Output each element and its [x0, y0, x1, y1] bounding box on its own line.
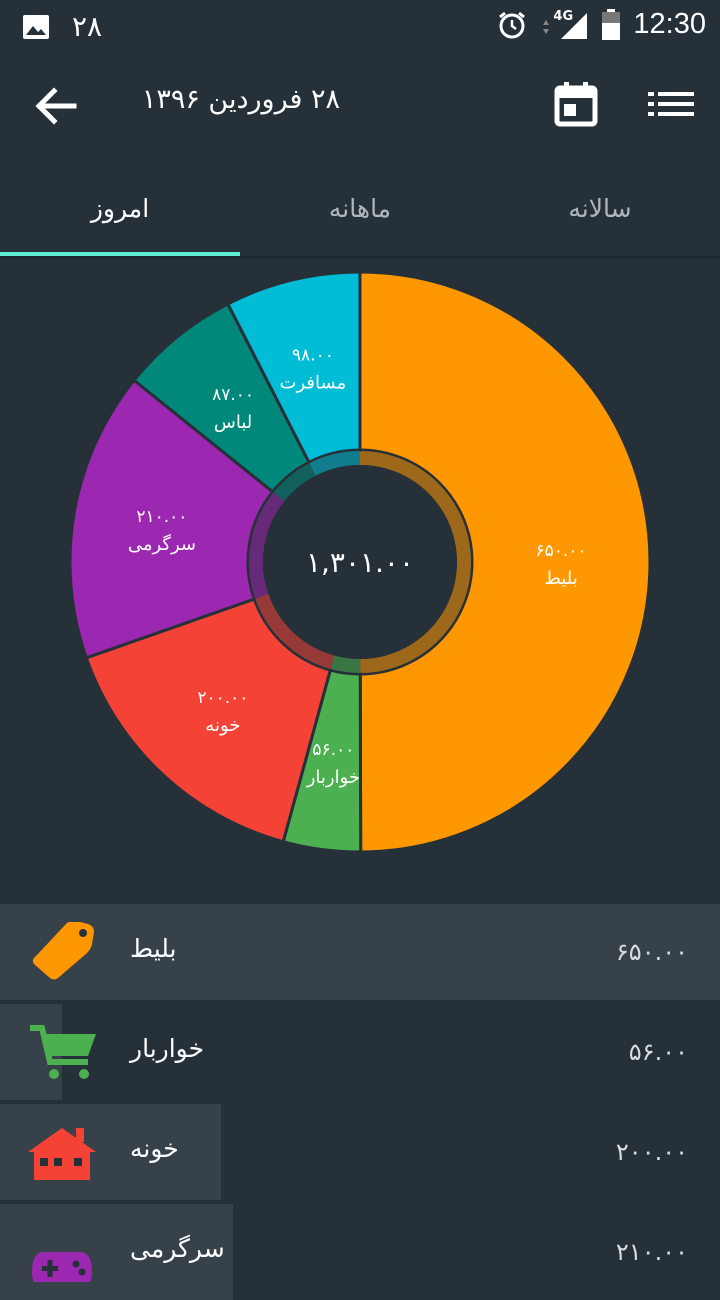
tab-monthly[interactable]: ماهانه	[240, 160, 480, 256]
slice-category-label: بلیط	[544, 568, 578, 589]
battery-icon	[602, 8, 621, 40]
alarm-icon	[499, 11, 526, 38]
slice-category-label: خواربار	[306, 767, 360, 788]
signal-icon: 4G	[539, 9, 589, 41]
gamepad-icon	[32, 1252, 92, 1282]
list-item[interactable]: بلیط ۶۵۰.۰۰	[0, 904, 720, 1000]
calendar-icon[interactable]	[552, 80, 600, 128]
slice-value-label: ۶۵۰.۰۰	[535, 541, 586, 561]
slice-value-label: ۵۶.۰۰	[312, 740, 354, 760]
category-amount: ۶۵۰.۰۰	[615, 938, 688, 966]
notification-count: ۲۸	[72, 10, 103, 43]
tab-yearly[interactable]: سالانه	[480, 160, 720, 256]
back-arrow-icon[interactable]	[30, 80, 82, 132]
slice-category-label: خونه	[205, 715, 240, 736]
tab-today[interactable]: امروز	[0, 160, 240, 256]
app-bar: ۲۸ فروردین ۱۳۹۶	[0, 50, 720, 160]
image-notification-icon	[23, 14, 49, 39]
house-icon	[28, 1128, 96, 1180]
list-item[interactable]: سرگرمی ۲۱۰.۰۰	[0, 1204, 720, 1300]
slice-value-label: ۹۸.۰۰	[292, 346, 334, 366]
list-menu-icon[interactable]	[648, 84, 694, 124]
category-amount: ۲۰۰.۰۰	[615, 1138, 688, 1166]
tag-icon	[32, 922, 94, 980]
row-highlight	[0, 904, 720, 1000]
pie-inner-ring	[330, 655, 361, 674]
category-label: بلیط	[130, 934, 177, 963]
list-item[interactable]: خواربار ۵۶.۰۰	[0, 1004, 720, 1100]
slice-value-label: ۲۱۰.۰۰	[136, 507, 187, 527]
slice-category-label: لباس	[214, 412, 252, 433]
period-tabs: امروز ماهانه سالانه	[0, 160, 720, 256]
slice-value-label: ۸۷.۰۰	[212, 385, 254, 405]
chart-total-label: ۱,۳۰۱.۰۰	[306, 546, 414, 579]
cart-icon	[30, 1025, 96, 1079]
slice-category-label: سرگرمی	[128, 533, 196, 555]
slice-category-label: مسافرت	[280, 373, 347, 394]
page-title: ۲۸ فروردین ۱۳۹۶	[141, 84, 340, 115]
expense-chart: ۶۵۰.۰۰ بلیط ۵۶.۰۰ خواربار ۲۰۰.۰۰ خونه ۲۱۰.۰۰ سر…	[0, 259, 720, 899]
list-item[interactable]: خونه ۲۰۰.۰۰	[0, 1104, 720, 1200]
pie-chart: ۶۵۰.۰۰ بلیط ۵۶.۰۰ خواربار ۲۰۰.۰۰ خونه ۲۱۰.۰۰ سر…	[68, 270, 652, 854]
status-bar: ۲۸ 4G 12:30	[0, 0, 720, 50]
clock: 12:30	[633, 8, 706, 40]
category-amount: ۵۶.۰۰	[628, 1038, 688, 1066]
category-amount: ۲۱۰.۰۰	[615, 1238, 688, 1266]
category-label: خونه	[130, 1134, 179, 1163]
category-label: سرگرمی	[130, 1234, 225, 1263]
category-label: خواربار	[130, 1034, 205, 1063]
slice-value-label: ۲۰۰.۰۰	[197, 688, 248, 708]
